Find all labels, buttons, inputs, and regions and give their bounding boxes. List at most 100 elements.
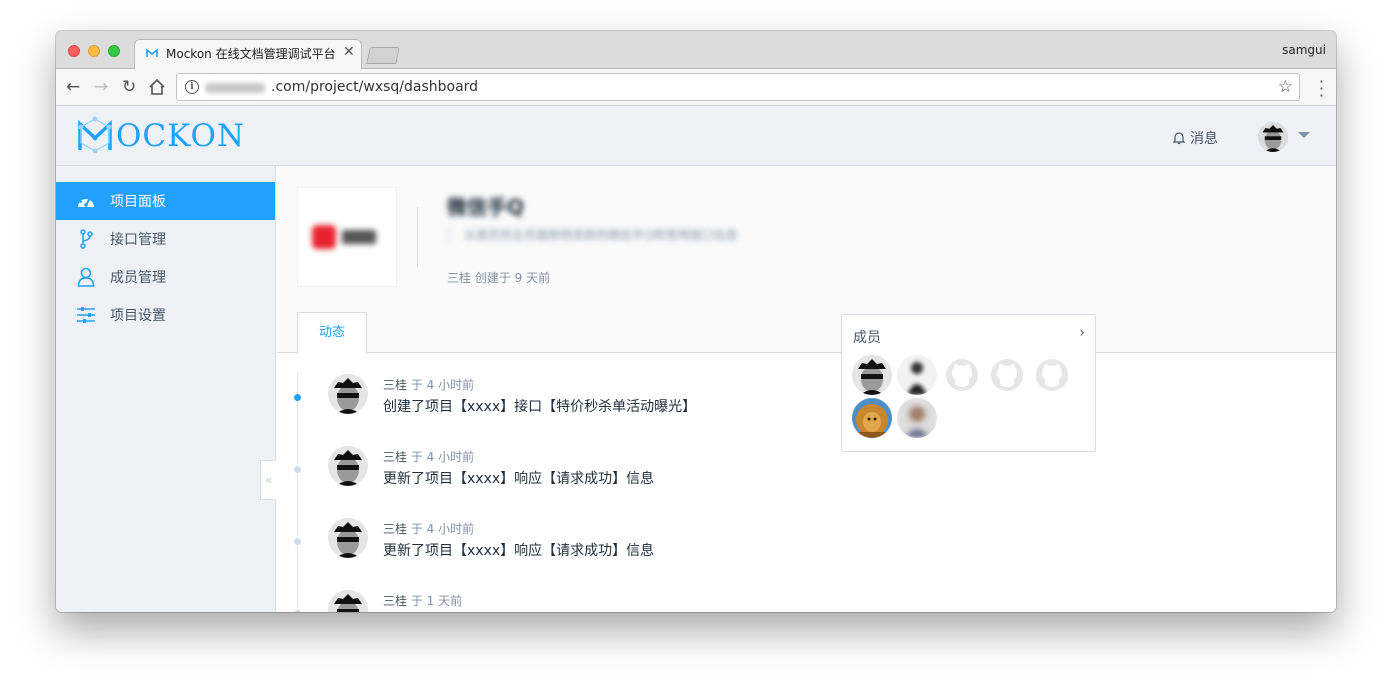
sidebar-item-settings[interactable]: 项目设置 (56, 296, 275, 334)
home-icon[interactable] (148, 78, 166, 96)
forward-arrow-icon[interactable]: → (94, 77, 108, 97)
tab-close-icon[interactable]: ✕ (343, 44, 355, 60)
logo-text: OCKON (116, 118, 245, 154)
members-title: 成员 (853, 330, 881, 346)
site-info-icon[interactable]: i (185, 80, 199, 94)
page-content: OCKON 消息 项目面板 接口管理 成员管理 项目设置 « 微信手Q 从首页到… (56, 106, 1336, 612)
project-created-meta: 三桂 创建于 9 天前 (447, 271, 551, 285)
sidebar-item-dashboard[interactable]: 项目面板 (56, 182, 275, 220)
mockon-logo-icon (78, 116, 112, 154)
members-more-arrow-icon[interactable]: › (1079, 325, 1085, 341)
activity-user[interactable]: 三桂 (383, 450, 407, 464)
member-avatar[interactable] (942, 355, 982, 395)
blurred-photo-avatar-icon (897, 355, 937, 395)
timeline-dot (294, 394, 301, 401)
project-description: 从首页到主页面新特发新的微信手Q和常用接口信息 (447, 226, 737, 243)
member-avatar[interactable] (1032, 355, 1072, 395)
messages-label: 消息 (1190, 131, 1218, 147)
activity-meta: 三桂 于 4 小时前 (383, 448, 474, 465)
mockon-logo[interactable]: OCKON (76, 116, 245, 156)
sidebar-item-label: 项目设置 (110, 308, 166, 324)
activity-text: 创建了项目【xxxx】接口【特价秒杀单活动曝光】 (383, 399, 697, 415)
lion-photo-avatar-icon (852, 398, 892, 438)
user-avatar[interactable] (1258, 122, 1288, 152)
settings-sliders-icon (76, 305, 96, 325)
incognito-avatar-icon (328, 518, 368, 558)
user-menu-caret-icon[interactable] (1298, 132, 1310, 138)
activity-meta: 三桂 于 4 小时前 (383, 520, 474, 537)
sidebar-item-label: 项目面板 (110, 194, 166, 210)
member-avatar[interactable] (897, 398, 937, 438)
api-branch-icon (76, 229, 96, 249)
browser-titlebar: Mockon 在线文档管理调试平台 ✕ samgui (56, 31, 1336, 70)
browser-profile-name[interactable]: samgui (1282, 43, 1326, 57)
address-bar[interactable]: i .com/project/wxsq/dashboard ☆ (176, 73, 1300, 101)
mockon-favicon-icon (146, 48, 158, 57)
member-avatar[interactable] (852, 398, 892, 438)
blurred-photo-avatar-icon (897, 398, 937, 438)
member-avatar[interactable] (987, 355, 1027, 395)
main-content: 微信手Q 从首页到主页面新特发新的微信手Q和常用接口信息 三桂 创建于 9 天前… (277, 166, 1336, 612)
sidebar-item-api[interactable]: 接口管理 (56, 220, 275, 258)
timeline-item: 三桂 于 4 小时前 更新了项目【xxxx】响应【请求成功】信息 (277, 518, 1037, 578)
activity-meta: 三桂 于 1 天前 (383, 592, 462, 609)
sidebar: 项目面板 接口管理 成员管理 项目设置 « (56, 166, 276, 612)
timeline-dot (294, 610, 301, 612)
close-window-button[interactable] (68, 45, 80, 57)
incognito-avatar-icon (328, 446, 368, 486)
project-logo-image (312, 222, 382, 252)
sidebar-collapse-button[interactable]: « (260, 460, 276, 500)
reload-icon[interactable]: ↻ (122, 77, 136, 97)
member-avatar[interactable] (852, 355, 892, 395)
timeline-item: 三桂 于 4 小时前 更新了项目【xxxx】响应【请求成功】信息 (277, 446, 1037, 506)
messages-button[interactable]: 消息 (1172, 128, 1218, 148)
members-card: 成员 › (841, 314, 1096, 452)
maximize-window-button[interactable] (108, 45, 120, 57)
activity-user[interactable]: 三桂 (383, 522, 407, 536)
timeline-dot (294, 538, 301, 545)
sidebar-item-label: 成员管理 (110, 270, 166, 286)
activity-user[interactable]: 三桂 (383, 594, 407, 608)
sidebar-item-members[interactable]: 成员管理 (56, 258, 275, 296)
incognito-avatar-icon (328, 374, 368, 414)
activity-time: 于 4 小时前 (410, 450, 475, 464)
project-header: 微信手Q 从首页到主页面新特发新的微信手Q和常用接口信息 三桂 创建于 9 天前… (277, 166, 1336, 354)
browser-toolbar: ← → ↻ i .com/project/wxsq/dashboard ☆ · ·… (56, 69, 1336, 106)
activity-avatar[interactable] (328, 374, 368, 414)
browser-window: Mockon 在线文档管理调试平台 ✕ samgui ← → ↻ i .com/… (56, 31, 1336, 612)
activity-user[interactable]: 三桂 (383, 378, 407, 392)
timeline-item: 三桂 于 1 天前 (277, 590, 1037, 612)
member-avatar[interactable] (897, 355, 937, 395)
activity-time: 于 4 小时前 (410, 522, 475, 536)
activity-avatar[interactable] (328, 446, 368, 486)
incognito-avatar-icon (852, 355, 892, 395)
user-icon (76, 267, 96, 287)
bookmark-star-icon[interactable]: ☆ (1278, 77, 1293, 97)
browser-menu-icon[interactable]: · · · (1319, 74, 1324, 104)
activity-time: 于 1 天前 (410, 594, 463, 608)
activity-meta: 三桂 于 4 小时前 (383, 376, 474, 393)
timeline-dot (294, 466, 301, 473)
activity-avatar[interactable] (328, 518, 368, 558)
github-icon (991, 359, 1023, 391)
app-header: OCKON 消息 (56, 106, 1336, 166)
github-icon (946, 359, 978, 391)
activity-time: 于 4 小时前 (410, 378, 475, 392)
project-divider (417, 207, 418, 267)
github-icon (1036, 359, 1068, 391)
tab-title: Mockon 在线文档管理调试平台 (166, 47, 336, 61)
tab-activity[interactable]: 动态 (297, 312, 367, 354)
activity-text: 更新了项目【xxxx】响应【请求成功】信息 (383, 471, 655, 487)
project-name: 微信手Q (447, 195, 525, 219)
back-arrow-icon[interactable]: ← (66, 77, 80, 97)
sidebar-item-label: 接口管理 (110, 232, 166, 248)
minimize-window-button[interactable] (88, 45, 100, 57)
activity-avatar[interactable] (328, 590, 368, 612)
dashboard-icon (76, 191, 96, 211)
incognito-avatar-icon (328, 590, 368, 612)
new-tab-button[interactable] (366, 47, 400, 64)
member-avatar-grid (852, 355, 1082, 441)
project-logo (297, 187, 397, 287)
activity-text: 更新了项目【xxxx】响应【请求成功】信息 (383, 543, 655, 559)
bell-icon (1172, 132, 1186, 145)
